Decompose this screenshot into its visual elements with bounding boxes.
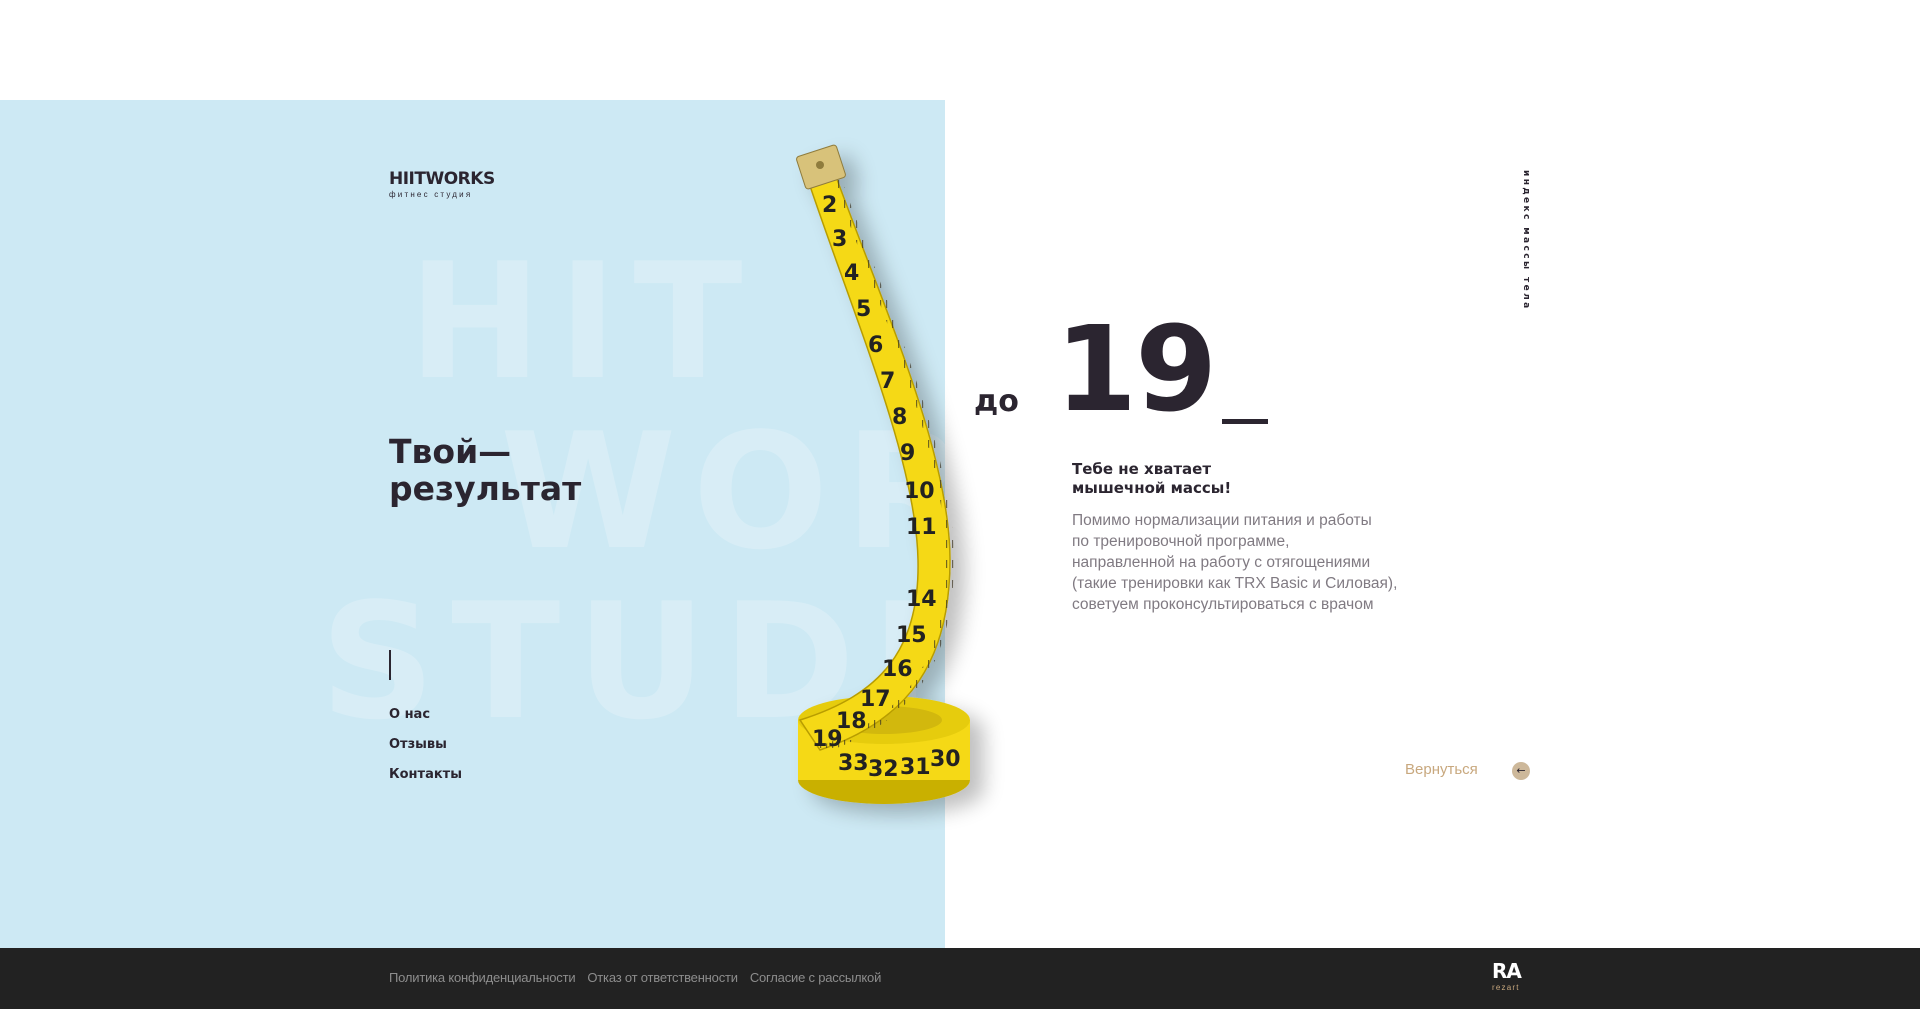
- svg-text:7: 7: [880, 369, 895, 394]
- svg-text:3: 3: [832, 227, 847, 252]
- result-title-line: Тебе не хватает: [1072, 460, 1212, 478]
- back-link[interactable]: Вернуться: [1405, 761, 1478, 778]
- result-prefix: до: [974, 384, 1019, 419]
- footer: Политика конфиденциальности Отказ от отв…: [0, 948, 1920, 1009]
- svg-text:14: 14: [906, 587, 937, 612]
- svg-text:16: 16: [882, 657, 913, 682]
- developer-mark: RA: [1492, 959, 1522, 983]
- svg-text:8: 8: [892, 405, 907, 430]
- nav-item-reviews[interactable]: Отзывы: [389, 736, 462, 766]
- nav-item-contacts[interactable]: Контакты: [389, 766, 462, 796]
- result-text-line: направленной на работу с отягощениями: [1072, 554, 1371, 571]
- measuring-tape-image: 234 567 8910 111415 161718 1933 32 31 30: [796, 144, 970, 804]
- svg-text:4: 4: [844, 261, 859, 286]
- svg-text:19: 19: [812, 727, 843, 752]
- headline-line: результат: [389, 469, 582, 508]
- nav-divider: [389, 650, 391, 680]
- result-text-line: (такие тренировки как TRX Basic и Силова…: [1072, 575, 1398, 592]
- svg-text:5: 5: [856, 297, 871, 322]
- svg-text:10: 10: [904, 479, 935, 504]
- nav-item-about[interactable]: О нас: [389, 706, 462, 736]
- headline-line: Твой—: [389, 432, 512, 471]
- page-title: Твой— результат: [389, 433, 581, 507]
- brand-logo[interactable]: HIITWORKS фитнес студия: [389, 171, 495, 199]
- developer-logo[interactable]: RA rezart: [1492, 961, 1532, 997]
- result-dash: [1222, 419, 1268, 424]
- svg-text:33: 33: [838, 751, 869, 776]
- brand-tagline: фитнес студия: [389, 190, 473, 199]
- svg-text:9: 9: [900, 441, 915, 466]
- side-nav: О нас Отзывы Контакты: [389, 706, 462, 796]
- footer-links: Политика конфиденциальности Отказ от отв…: [389, 970, 881, 985]
- svg-text:2: 2: [822, 193, 837, 218]
- footer-link-privacy[interactable]: Политика конфиденциальности: [389, 970, 576, 985]
- result-text-line: Помимо нормализации питания и работы: [1072, 512, 1372, 529]
- result-title: Тебе не хватает мышечной массы!: [1072, 460, 1231, 498]
- result-text-line: по тренировочной программе,: [1072, 533, 1290, 550]
- result-description: Помимо нормализации питания и работы по …: [1072, 510, 1397, 615]
- developer-name: rezart: [1492, 983, 1520, 992]
- page: HIT WOR STUDIO HIITWORKS фитнес студия Т…: [0, 0, 1920, 1009]
- background-watermark: HIT: [408, 228, 759, 415]
- svg-text:31: 31: [900, 755, 931, 780]
- svg-text:11: 11: [906, 515, 937, 540]
- result-text-line: советуем проконсультироваться с врачом: [1072, 596, 1374, 613]
- footer-link-disclaimer[interactable]: Отказ от ответственности: [587, 970, 738, 985]
- brand-name: HIITWORKS: [389, 169, 495, 189]
- section-label: индекс массы тела: [1521, 170, 1531, 311]
- result-value: 19: [1055, 300, 1217, 438]
- svg-text:15: 15: [896, 623, 927, 648]
- result-title-line: мышечной массы!: [1072, 479, 1232, 497]
- svg-text:6: 6: [868, 333, 883, 358]
- svg-text:30: 30: [930, 747, 961, 772]
- footer-link-newsletter-consent[interactable]: Согласие с рассылкой: [750, 970, 882, 985]
- svg-text:32: 32: [868, 757, 899, 782]
- arrow-left-icon[interactable]: ←: [1512, 762, 1530, 780]
